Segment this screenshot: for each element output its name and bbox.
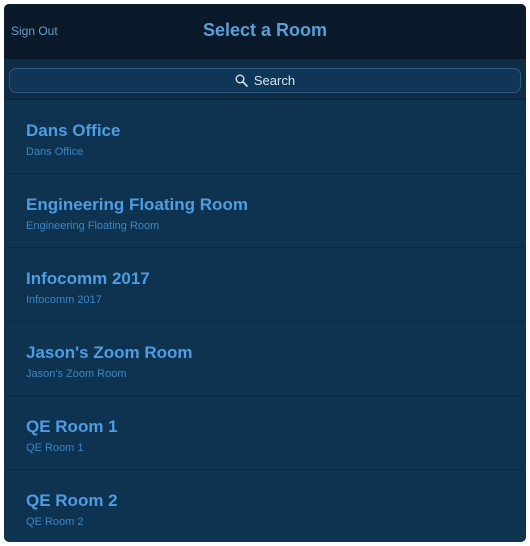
room-name: Jason's Zoom Room xyxy=(26,343,193,362)
search-label: Search xyxy=(253,73,296,88)
header-bar: Sign Out Select a Room xyxy=(4,4,526,59)
room-item[interactable]: QE Room 1 QE Room 1 xyxy=(4,396,526,470)
search-icon xyxy=(235,74,248,87)
search-bar: Search xyxy=(4,59,526,100)
room-subtitle: Engineering Floating Room xyxy=(26,220,160,232)
page-title: Select a Room xyxy=(202,20,328,40)
room-picker-window: Sign Out Select a Room Search Dans Offic… xyxy=(4,4,526,542)
room-name: Infocomm 2017 xyxy=(26,269,150,288)
room-subtitle: Jason's Zoom Room xyxy=(26,368,127,380)
room-subtitle: QE Room 2 xyxy=(26,516,84,528)
search-input[interactable]: Search xyxy=(9,68,521,93)
room-name: QE Room 2 xyxy=(26,491,118,510)
room-subtitle: Dans Office xyxy=(26,146,84,158)
room-item[interactable]: Dans Office Dans Office xyxy=(4,100,526,174)
room-subtitle: QE Room 1 xyxy=(26,442,84,454)
room-name: Dans Office xyxy=(26,121,121,140)
room-item[interactable]: Engineering Floating Room Engineering Fl… xyxy=(4,174,526,248)
room-item[interactable]: Infocomm 2017 Infocomm 2017 xyxy=(4,248,526,322)
room-list: Dans Office Dans Office Engineering Floa… xyxy=(4,100,526,542)
room-name: Engineering Floating Room xyxy=(26,195,248,214)
room-item[interactable]: Jason's Zoom Room Jason's Zoom Room xyxy=(4,322,526,396)
room-name: QE Room 1 xyxy=(26,417,118,436)
room-item[interactable]: QE Room 2 QE Room 2 xyxy=(4,470,526,542)
room-subtitle: Infocomm 2017 xyxy=(26,294,102,306)
